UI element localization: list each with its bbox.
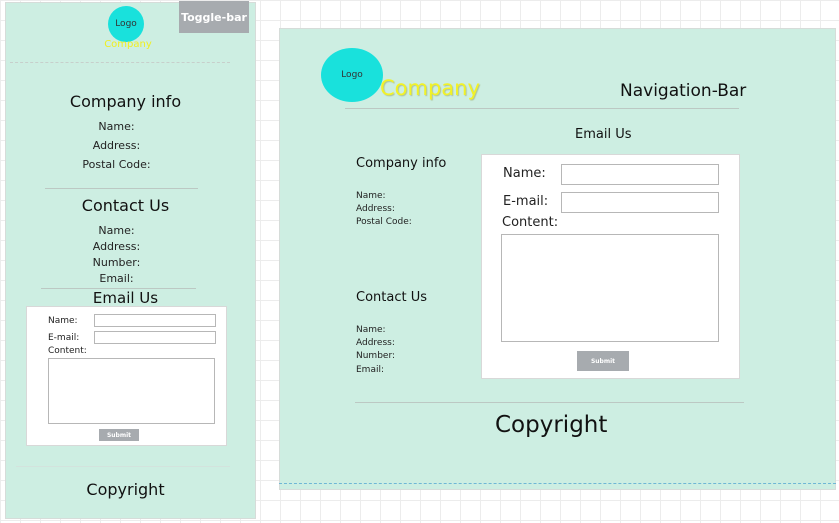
- desktop-form-email-label: E-mail:: [503, 194, 549, 209]
- desktop-name-input[interactable]: [561, 164, 719, 185]
- desktop-submit-button[interactable]: Submit: [577, 351, 629, 371]
- desktop-company-info-title: Company info: [356, 156, 447, 171]
- desktop-company-info-name: Name:: [356, 191, 386, 201]
- desktop-header-divider: [345, 108, 739, 109]
- mobile-footer-divider: [16, 466, 230, 467]
- mobile-content-textarea[interactable]: [48, 358, 215, 424]
- navigation-bar[interactable]: Navigation-Bar: [620, 81, 746, 101]
- mobile-email-us-title: Email Us: [92, 289, 159, 307]
- desktop-content-textarea[interactable]: [501, 234, 719, 342]
- mobile-form-name-label: Name:: [48, 316, 78, 326]
- desktop-email-us-title: Email Us: [575, 127, 632, 142]
- desktop-logo-label: Logo: [341, 70, 363, 80]
- mobile-divider: [45, 188, 198, 189]
- desktop-logo[interactable]: Logo: [321, 48, 383, 102]
- mobile-form-email-label: E-mail:: [48, 333, 80, 343]
- mobile-contact-address: Address:: [92, 240, 141, 253]
- desktop-copyright: Copyright: [495, 412, 608, 438]
- mobile-company-info-title: Company info: [69, 92, 182, 111]
- mobile-header-divider: [10, 62, 230, 63]
- mobile-company-info-address: Address:: [92, 139, 141, 152]
- mobile-company-info-postal: Postal Code:: [82, 158, 151, 171]
- desktop-company-info-address: Address:: [356, 204, 395, 214]
- mobile-name-input[interactable]: [94, 314, 216, 327]
- desktop-contact-name: Name:: [356, 325, 386, 335]
- mobile-logo-label: Logo: [115, 19, 137, 29]
- desktop-contact-email: Email:: [356, 365, 385, 375]
- mobile-email-input[interactable]: [94, 331, 216, 344]
- desktop-contact-number: Number:: [356, 351, 396, 361]
- mobile-submit-button[interactable]: Submit: [99, 429, 139, 441]
- desktop-email-input[interactable]: [561, 192, 719, 213]
- mobile-company-info-name: Name:: [98, 120, 135, 133]
- desktop-bottom-guide: [279, 483, 836, 484]
- desktop-contact-us-title: Contact Us: [356, 290, 427, 305]
- mobile-contact-number: Number:: [92, 256, 141, 269]
- mobile-contact-email: Email:: [99, 272, 134, 285]
- desktop-company-info-postal: Postal Code:: [356, 217, 412, 227]
- mobile-contact-name: Name:: [98, 224, 135, 237]
- desktop-footer-divider: [355, 402, 744, 403]
- mobile-logo[interactable]: Logo: [108, 6, 144, 42]
- desktop-contact-address: Address:: [356, 338, 395, 348]
- mobile-copyright: Copyright: [86, 480, 165, 499]
- mobile-contact-us-title: Contact Us: [81, 196, 170, 215]
- desktop-form-content-label: Content:: [502, 215, 559, 230]
- mobile-form-content-label: Content:: [48, 346, 87, 356]
- desktop-form-name-label: Name:: [503, 166, 546, 181]
- toggle-bar-button[interactable]: Toggle-bar: [179, 1, 249, 33]
- mobile-company-name: Company: [104, 39, 152, 50]
- desktop-company-name: Company: [380, 76, 480, 100]
